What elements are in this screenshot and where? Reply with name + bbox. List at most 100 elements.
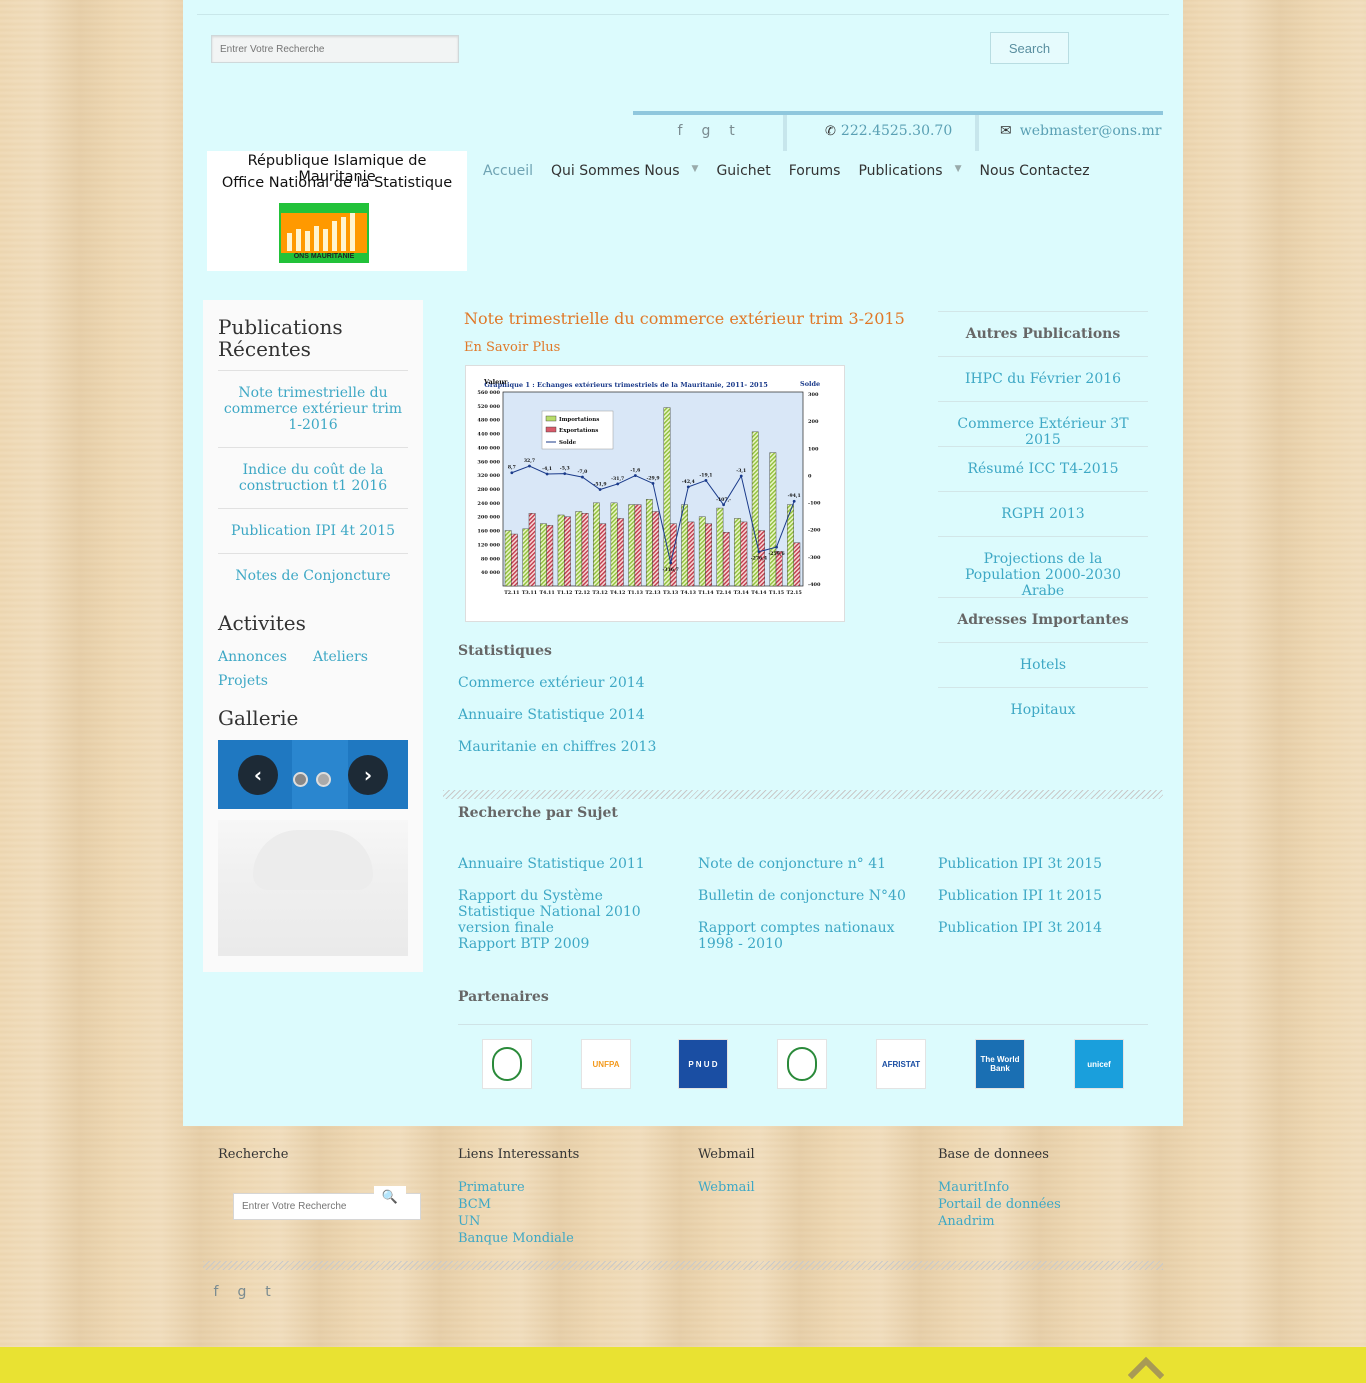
site-logo[interactable]: République Islamique de Mauritanie Offic…: [207, 151, 467, 271]
nav-guichet[interactable]: Guichet: [716, 163, 770, 179]
footer-link[interactable]: BCM: [458, 1196, 491, 1213]
nav-forums[interactable]: Forums: [789, 163, 841, 179]
search-input[interactable]: [211, 35, 459, 63]
recent-publication-link[interactable]: Note trimestrielle du commerce extérieur…: [218, 385, 408, 433]
secondary-tick-label: 200: [808, 419, 819, 425]
solde-data-label: -3,1: [736, 468, 746, 474]
stats-title: Statistiques: [458, 643, 552, 659]
facebook-icon[interactable]: f: [667, 123, 693, 139]
solde-data-label: -29,9: [646, 475, 659, 481]
chevron-left-icon[interactable]: ‹: [238, 755, 278, 795]
activity-ateliers-link[interactable]: Ateliers: [313, 649, 368, 665]
activity-annonces-link[interactable]: Annonces: [218, 649, 287, 665]
partner-logo-world-bank[interactable]: The World Bank: [975, 1039, 1025, 1089]
featured-title-link[interactable]: Note trimestrielle du commerce extérieur…: [464, 309, 905, 328]
subject-link[interactable]: Bulletin de conjoncture N°40: [698, 888, 913, 904]
stats-link[interactable]: Annuaire Statistique 2014: [458, 707, 645, 723]
main-nav: Accueil Qui Sommes Nous ▼ Guichet Forums …: [483, 160, 1108, 182]
partner-logo-bad[interactable]: [777, 1039, 827, 1089]
search-icon[interactable]: 🔍: [374, 1186, 406, 1208]
legend-label: Importations: [559, 417, 599, 423]
solde-data-label: -276,4: [751, 556, 768, 562]
facebook-icon[interactable]: f: [203, 1284, 229, 1300]
logo-chart-caption: ONS MAURITANIE: [281, 253, 367, 261]
email-contact: ✉ webmaster@ons.mr: [1000, 115, 1161, 147]
logo-chart: ONS MAURITANIE: [279, 203, 369, 263]
y-tick-label: 360 000: [477, 459, 500, 465]
x-tick-label: T3.14: [734, 590, 750, 596]
top-divider: [197, 14, 1169, 15]
subject-link[interactable]: Annuaire Statistique 2011: [458, 856, 673, 872]
featured-chart[interactable]: Graphique 1 : Echanges extérieurs trimes…: [465, 365, 845, 622]
solde-point: [633, 474, 637, 477]
footer-link[interactable]: Banque Mondiale: [458, 1230, 574, 1247]
y-tick-label: 280 000: [477, 487, 500, 493]
secondary-axis-label: Solde: [800, 380, 820, 388]
activity-projets-link[interactable]: Projets: [218, 673, 268, 689]
secondary-tick-label: -300: [808, 555, 821, 561]
footer-link[interactable]: Webmail: [698, 1179, 755, 1196]
footer-link[interactable]: Anadrim: [938, 1213, 995, 1230]
other-publication-link[interactable]: Projections de la Population 2000-2030 A…: [938, 551, 1148, 599]
solde-point: [669, 561, 673, 565]
subject-link[interactable]: Publication IPI 3t 2015: [938, 856, 1153, 872]
footer-search-title: Recherche: [218, 1147, 289, 1162]
chevron-right-icon[interactable]: ›: [348, 755, 388, 795]
footer-link[interactable]: Primature: [458, 1179, 525, 1196]
divider: [938, 446, 1148, 447]
footer-link[interactable]: MauritInfo: [938, 1179, 1009, 1196]
solde-point: [545, 472, 549, 476]
nav-nous-contactez[interactable]: Nous Contactez: [979, 163, 1089, 179]
email-link[interactable]: webmaster@ons.mr: [1020, 123, 1162, 139]
other-publication-link[interactable]: IHPC du Février 2016: [938, 371, 1148, 387]
scroll-to-top-icon[interactable]: [1128, 1355, 1164, 1379]
partner-logo-afristat[interactable]: AFRISTAT: [876, 1039, 926, 1089]
x-tick-label: T4.11: [539, 590, 554, 596]
solde-point: [510, 471, 514, 475]
nav-publications[interactable]: Publications ▼: [858, 163, 961, 179]
partner-logo-unicef[interactable]: unicef: [1074, 1039, 1124, 1089]
gallery-dot[interactable]: [316, 772, 331, 787]
subject-link[interactable]: Publication IPI 1t 2015: [938, 888, 1153, 904]
footer-link[interactable]: Portail de données: [938, 1196, 1061, 1213]
subject-link[interactable]: Rapport BTP 2009: [458, 936, 673, 952]
stats-link[interactable]: Mauritanie en chiffres 2013: [458, 739, 656, 755]
partner-logo-unfpa[interactable]: UNFPA: [581, 1039, 631, 1089]
contact-separator: [783, 115, 787, 151]
divider: [218, 370, 408, 371]
footer-link[interactable]: UN: [458, 1213, 480, 1230]
y-tick-label: 480 000: [477, 418, 500, 424]
other-publication-link[interactable]: Résumé ICC T4-2015: [938, 461, 1148, 477]
partner-emblem-icon: [492, 1047, 522, 1081]
y-tick-label: 80 000: [481, 556, 501, 562]
google-plus-icon[interactable]: g: [229, 1284, 255, 1300]
subject-link[interactable]: Publication IPI 3t 2014: [938, 920, 1153, 936]
subject-link[interactable]: Rapport comptes nationaux 1998 - 2010: [698, 920, 913, 952]
google-plus-icon[interactable]: g: [693, 123, 719, 139]
recent-publication-link[interactable]: Publication IPI 4t 2015: [218, 523, 408, 539]
nav-accueil[interactable]: Accueil: [483, 163, 533, 179]
partner-logo-fund-arabe[interactable]: [482, 1039, 532, 1089]
recent-publication-link[interactable]: Indice du coût de la construction t1 201…: [218, 462, 408, 494]
partner-logo-pnud[interactable]: P N U D: [678, 1039, 728, 1089]
recent-publication-link[interactable]: Notes de Conjoncture: [218, 568, 408, 584]
solde-data-label: -19,1: [699, 472, 712, 478]
search-button[interactable]: Search: [990, 32, 1069, 64]
featured-more-link[interactable]: En Savoir Plus: [464, 340, 560, 355]
other-publication-link[interactable]: RGPH 2013: [938, 506, 1148, 522]
nav-qui-sommes-nous[interactable]: Qui Sommes Nous ▼: [551, 163, 698, 179]
import-bar: [522, 528, 530, 587]
subject-link[interactable]: Note de conjoncture n° 41: [698, 856, 913, 872]
gallery-dot[interactable]: [293, 772, 308, 787]
address-link[interactable]: Hotels: [938, 657, 1148, 673]
twitter-icon[interactable]: t: [719, 123, 745, 139]
stats-link[interactable]: Commerce extérieur 2014: [458, 675, 645, 691]
divider: [938, 536, 1148, 537]
divider: [938, 597, 1148, 598]
subject-link[interactable]: Rapport du Système Statistique National …: [458, 888, 673, 936]
twitter-icon[interactable]: t: [255, 1284, 281, 1300]
activities-title: Activites: [218, 611, 306, 635]
x-tick-label: T1.15: [769, 590, 784, 596]
address-link[interactable]: Hopitaux: [938, 702, 1148, 718]
other-publication-link[interactable]: Commerce Extérieur 3T 2015: [938, 416, 1148, 448]
